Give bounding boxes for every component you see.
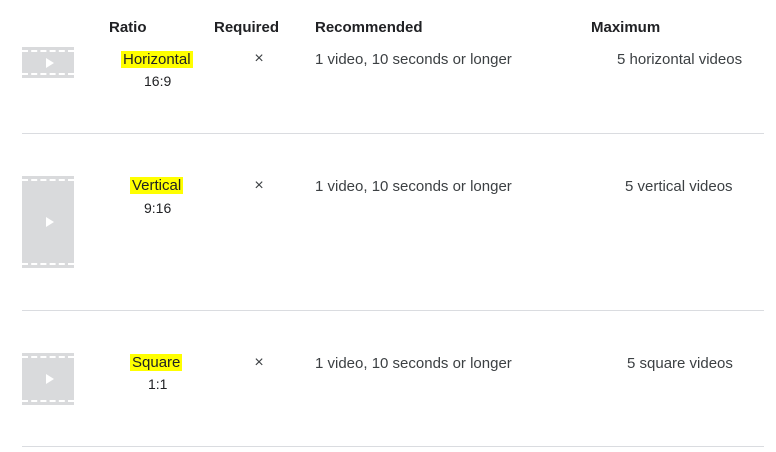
- close-x-icon: ×: [254, 177, 264, 194]
- play-icon: [45, 217, 54, 227]
- close-x-icon: ×: [254, 354, 264, 371]
- ratio-value-horizontal: 16:9: [144, 73, 172, 89]
- row-divider: [22, 133, 764, 134]
- maximum-vertical: 5 vertical videos: [625, 178, 733, 195]
- ratio-name-horizontal: Horizontal: [121, 51, 193, 68]
- recommended-square: 1 video, 10 seconds or longer: [315, 355, 512, 372]
- ratio-name-square: Square: [130, 354, 183, 371]
- row-divider: [22, 446, 764, 447]
- close-x-icon: ×: [254, 50, 264, 67]
- maximum-horizontal: 5 horizontal videos: [617, 51, 743, 68]
- column-header-required: Required: [214, 19, 280, 36]
- column-header-ratio: Ratio: [109, 19, 147, 36]
- column-header-recommended: Recommended: [315, 19, 423, 36]
- ratio-name-vertical: Vertical: [130, 177, 184, 194]
- column-header-maximum: Maximum: [591, 19, 661, 36]
- vertical-video-thumbnail-icon: [22, 176, 74, 268]
- horizontal-video-thumbnail-icon: [22, 47, 74, 78]
- row-divider: [22, 310, 764, 311]
- play-icon: [45, 57, 54, 68]
- maximum-square: 5 square videos: [627, 355, 733, 372]
- square-video-thumbnail-icon: [22, 353, 74, 405]
- recommended-vertical: 1 video, 10 seconds or longer: [315, 178, 512, 195]
- ratio-value-square: 1:1: [148, 376, 168, 392]
- play-icon: [45, 374, 54, 384]
- ratio-value-vertical: 9:16: [144, 200, 172, 216]
- recommended-horizontal: 1 video, 10 seconds or longer: [315, 51, 512, 68]
